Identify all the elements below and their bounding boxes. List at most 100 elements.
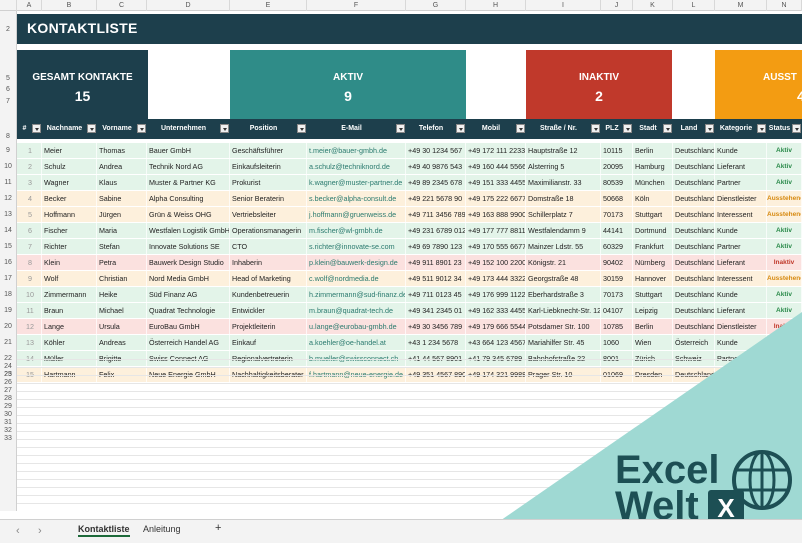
cell-position[interactable]: Head of Marketing — [230, 271, 307, 287]
cell-position[interactable]: Geschäftsführer — [230, 143, 307, 159]
row-number[interactable]: 2 — [0, 26, 16, 33]
cell-last[interactable]: Schulz — [42, 159, 97, 175]
cell-status[interactable]: Aktiv — [767, 303, 802, 319]
cell-country[interactable]: Deutschland — [673, 303, 715, 319]
cell-n[interactable]: 4 — [17, 191, 42, 207]
cell-last[interactable]: Klein — [42, 255, 97, 271]
col-letter[interactable]: J — [601, 0, 633, 11]
cell-first[interactable]: Sabine — [97, 191, 147, 207]
filter-dropdown-icon[interactable] — [220, 124, 229, 133]
cell-street[interactable]: Westfalendamm 9 — [526, 223, 601, 239]
cell-email[interactable]: t.meier@bauer-gmbh.de — [307, 143, 406, 159]
col-letter[interactable]: H — [466, 0, 526, 11]
table-row[interactable]: 9 Wolf Christian Nord Media GmbH Head of Mar… — [17, 271, 802, 287]
cell-company[interactable]: Grün & Weiss OHG — [147, 207, 230, 223]
cell-first[interactable]: Andrea — [97, 159, 147, 175]
next-sheet-icon[interactable]: › — [38, 525, 42, 537]
cell-status[interactable]: Inaktiv — [767, 319, 802, 335]
col-letter[interactable]: M — [715, 0, 767, 11]
cell-first[interactable]: Christian — [97, 271, 147, 287]
row-number[interactable]: 22 — [0, 355, 16, 362]
prev-sheet-icon[interactable]: ‹ — [16, 525, 20, 537]
cell-mobil[interactable]: +49 172 111 2233 — [466, 143, 526, 159]
cell-city[interactable]: Köln — [633, 191, 673, 207]
column-header[interactable]: Vorname — [97, 119, 137, 139]
cell-country[interactable]: Deutschland — [673, 143, 715, 159]
row-number[interactable]: 15 — [0, 243, 16, 250]
cell-status[interactable]: Aktiv — [767, 239, 802, 255]
cell-cat[interactable]: Kunde — [715, 287, 767, 303]
cell-tel[interactable]: +49 711 0123 45 — [406, 287, 466, 303]
cell-company[interactable]: Österreich Handel AG — [147, 335, 230, 351]
table-row[interactable]: 6 Fischer Maria Westfalen Logistik GmbH Oper… — [17, 223, 802, 239]
cell-country[interactable]: Deutschland — [673, 175, 715, 191]
row-number[interactable]: 9 — [0, 147, 16, 154]
cell-country[interactable]: Deutschland — [673, 319, 715, 335]
row-number[interactable]: 14 — [0, 227, 16, 234]
row-number[interactable]: 6 — [0, 86, 16, 93]
cell-tel[interactable]: +49 341 2345 01 — [406, 303, 466, 319]
column-header[interactable]: Land — [673, 119, 705, 139]
row-number[interactable]: 7 — [0, 98, 16, 105]
cell-status[interactable]: Aktiv — [767, 287, 802, 303]
cell-plz[interactable]: 30159 — [601, 271, 633, 287]
cell-country[interactable]: Österreich — [673, 335, 715, 351]
cell-country[interactable]: Deutschland — [673, 191, 715, 207]
row-number[interactable]: 17 — [0, 275, 16, 282]
row-number[interactable]: 33 — [0, 435, 16, 442]
cell-company[interactable]: Quadrat Technologie — [147, 303, 230, 319]
column-header[interactable]: Unternehmen — [147, 119, 220, 139]
cell-plz[interactable]: 10785 — [601, 319, 633, 335]
cell-mobil[interactable]: +49 179 666 5544 — [466, 319, 526, 335]
cell-country[interactable]: Deutschland — [673, 271, 715, 287]
cell-n[interactable]: 8 — [17, 255, 42, 271]
row-number[interactable]: 18 — [0, 291, 16, 298]
table-row[interactable]: 4 Becker Sabine Alpha Consulting Senior Bera… — [17, 191, 802, 207]
cell-last[interactable]: Becker — [42, 191, 97, 207]
row-number[interactable]: 11 — [0, 179, 16, 186]
cell-plz[interactable]: 44141 — [601, 223, 633, 239]
cell-first[interactable]: Maria — [97, 223, 147, 239]
cell-last[interactable]: Fischer — [42, 223, 97, 239]
row-number[interactable]: 27 — [0, 387, 16, 394]
cell-cat[interactable]: Lieferant — [715, 303, 767, 319]
cell-company[interactable]: Innovate Solutions SE — [147, 239, 230, 255]
row-number[interactable]: 21 — [0, 339, 16, 346]
cell-plz[interactable]: 20095 — [601, 159, 633, 175]
table-row[interactable]: 2 Schulz Andrea Technik Nord AG Einkaufsleit… — [17, 159, 802, 175]
cell-position[interactable]: Einkaufsleiterin — [230, 159, 307, 175]
row-number[interactable]: 16 — [0, 259, 16, 266]
row-number[interactable]: 28 — [0, 395, 16, 402]
cell-last[interactable]: Köhler — [42, 335, 97, 351]
table-row[interactable]: 11 Braun Michael Quadrat Technologie Entwick… — [17, 303, 802, 319]
filter-dropdown-icon[interactable] — [137, 124, 146, 133]
filter-dropdown-icon[interactable] — [757, 124, 766, 133]
column-header[interactable]: Nachname — [42, 119, 87, 139]
cell-cat[interactable]: Kunde — [715, 143, 767, 159]
cell-mobil[interactable]: +49 176 999 1122 — [466, 287, 526, 303]
cell-position[interactable]: Entwickler — [230, 303, 307, 319]
cell-n[interactable]: 2 — [17, 159, 42, 175]
cell-street[interactable]: Georgstraße 48 — [526, 271, 601, 287]
cell-first[interactable]: Heike — [97, 287, 147, 303]
cell-first[interactable]: Thomas — [97, 143, 147, 159]
filter-dropdown-icon[interactable] — [792, 124, 801, 133]
cell-n[interactable]: 7 — [17, 239, 42, 255]
cell-status[interactable]: Inaktiv — [767, 255, 802, 271]
cell-first[interactable]: Stefan — [97, 239, 147, 255]
cell-cat[interactable]: Interessent — [715, 207, 767, 223]
cell-position[interactable]: Inhaberin — [230, 255, 307, 271]
cell-status[interactable]: Ausstehend — [767, 207, 802, 223]
row-number[interactable]: 20 — [0, 323, 16, 330]
row-number[interactable]: 5 — [0, 75, 16, 82]
cell-street[interactable]: Karl-Liebknecht-Str. 12 — [526, 303, 601, 319]
cell-last[interactable]: Meier — [42, 143, 97, 159]
cell-email[interactable]: s.richter@innovate-se.com — [307, 239, 406, 255]
column-header[interactable]: Kategorie — [715, 119, 757, 139]
cell-first[interactable]: Andreas — [97, 335, 147, 351]
col-letter[interactable]: E — [230, 0, 307, 11]
col-letter[interactable]: D — [147, 0, 230, 11]
cell-tel[interactable]: +49 511 9012 34 — [406, 271, 466, 287]
cell-n[interactable]: 1 — [17, 143, 42, 159]
cell-n[interactable]: 6 — [17, 223, 42, 239]
